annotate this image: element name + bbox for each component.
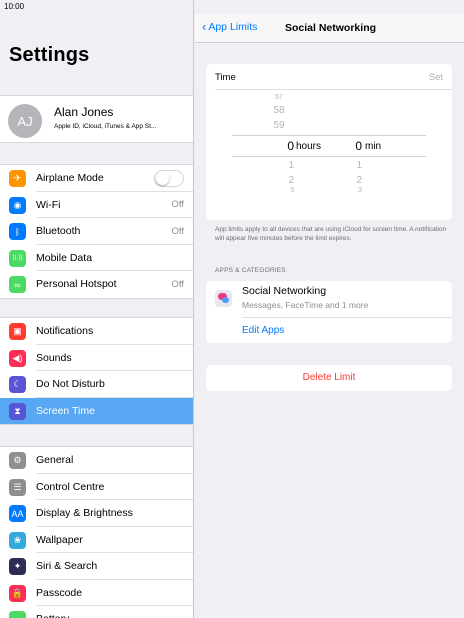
time-card: Time Set 57 58 59 0 hours 0 min 1 2 3 1 … — [206, 64, 452, 220]
antenna-icon: ((·)) — [9, 249, 26, 267]
sidebar-item-label: Personal Hotspot — [36, 278, 117, 291]
sidebar-item-label: Siri & Search — [36, 560, 98, 573]
sidebar-item-label: Sounds — [36, 351, 72, 364]
back-button[interactable]: ‹ App Limits — [202, 19, 258, 34]
minutes-option[interactable]: 3 — [334, 187, 362, 194]
time-picker[interactable]: 57 58 59 0 hours 0 min 1 2 3 1 2 3 — [206, 90, 452, 220]
settings-title: Settings — [9, 44, 90, 66]
wifi-icon: ◉ — [9, 196, 26, 214]
hours-unit: hours — [296, 141, 322, 152]
category-subtitle: Messages, FaceTime and 1 more — [242, 300, 369, 310]
sidebar-item-sounds[interactable]: ◀) Sounds — [0, 345, 193, 371]
hours-selected[interactable]: 0 — [266, 139, 294, 153]
minutes-selected[interactable]: 0 — [334, 139, 362, 153]
profile-subtitle: Apple ID, iCloud, iTunes & App St... — [54, 123, 157, 130]
sidebar-item-airplane-mode[interactable]: ✈ Airplane Mode — [0, 165, 193, 192]
sidebar-item-label: Battery — [36, 613, 69, 618]
status-time: 10:00 — [4, 2, 25, 11]
sidebar-item-personal-hotspot[interactable]: ∞ Personal Hotspot Off — [0, 271, 193, 298]
general-group: ⚙ General ☰ Control Centre AA Display & Brigh… — [0, 446, 193, 618]
hours-option[interactable]: 58 — [259, 105, 299, 116]
switches-icon: ☰ — [9, 478, 26, 496]
minutes-option[interactable]: 2 — [334, 175, 362, 186]
profile-name: Alan Jones — [54, 105, 114, 119]
sidebar-item-wi-fi[interactable]: ◉ Wi-Fi Off — [0, 192, 193, 218]
airplane-icon: ✈ — [9, 170, 26, 187]
sidebar-item-value: Off — [171, 225, 185, 237]
sidebar-item-value: Off — [171, 278, 185, 290]
notifications-icon: ▣ — [9, 323, 26, 340]
settings-sidebar: Settings AJ Alan Jones Apple ID, iCloud,… — [0, 0, 194, 618]
connectivity-group: ✈ Airplane Mode ◉ Wi-Fi Off ᛒ Bluetooth Off ((·)… — [0, 164, 193, 299]
apps-card: Social Networking Messages, FaceTime and… — [206, 281, 452, 343]
flower-icon: ❀ — [9, 531, 26, 549]
hours-option[interactable]: 1 — [266, 160, 294, 171]
category-name: Social Networking — [242, 285, 327, 297]
set-button[interactable]: Set — [429, 72, 443, 83]
detail-pane: ‹ App Limits Social Networking Time Set … — [195, 0, 464, 618]
sidebar-item-screen-time[interactable]: ⧗ Screen Time — [0, 397, 193, 424]
sidebar-item-label: Bluetooth — [36, 225, 81, 238]
siri-icon: ✦ — [9, 558, 26, 575]
nav-title: Social Networking — [285, 22, 377, 34]
sidebar-item-label: Airplane Mode — [36, 172, 104, 185]
hours-option[interactable]: 59 — [259, 120, 299, 131]
moon-icon: ☾ — [9, 376, 26, 393]
gear-icon: ⚙ — [9, 452, 26, 469]
sidebar-item-notifications[interactable]: ▣ Notifications — [0, 318, 193, 345]
sidebar-item-display-brightness[interactable]: AA Display & Brightness — [0, 500, 193, 527]
delete-limit-button[interactable]: Delete Limit — [206, 372, 452, 383]
nav-bar: ‹ App Limits Social Networking — [195, 14, 464, 43]
edit-apps-button[interactable]: Edit Apps — [242, 325, 284, 336]
sidebar-item-wallpaper[interactable]: ❀ Wallpaper — [0, 527, 193, 553]
sidebar-item-do-not-disturb[interactable]: ☾ Do Not Disturb — [0, 371, 193, 398]
limit-footnote: App limits apply to all devices that are… — [215, 226, 447, 242]
sidebar-item-label: Mobile Data — [36, 251, 93, 264]
hours-option[interactable]: 2 — [266, 175, 294, 186]
sidebar-item-passcode[interactable]: 🔒 Passcode — [0, 580, 193, 606]
minutes-option[interactable]: 1 — [334, 160, 362, 171]
sidebar-item-label: Display & Brightness — [36, 507, 133, 520]
avatar: AJ — [8, 104, 42, 138]
sidebar-item-label: Control Centre — [36, 480, 105, 493]
sidebar-item-label: Notifications — [36, 325, 94, 338]
section-header: APPS & CATEGORIES — [215, 267, 286, 274]
hours-option[interactable]: 3 — [266, 187, 294, 194]
notifications-group: ▣ Notifications ◀) Sounds ☾ Do Not Disturb ⧗ Sc… — [0, 317, 193, 425]
sidebar-item-control-centre[interactable]: ☰ Control Centre — [0, 474, 193, 500]
sidebar-item-battery[interactable]: ▬ Battery — [0, 606, 193, 618]
hotspot-icon: ∞ — [9, 276, 26, 293]
social-networking-icon — [215, 290, 232, 307]
sidebar-item-siri-search[interactable]: ✦ Siri & Search — [0, 553, 193, 580]
sidebar-item-label: Screen Time — [36, 404, 95, 417]
sidebar-item-label: Wi-Fi — [36, 198, 61, 211]
hourglass-icon: ⧗ — [9, 402, 26, 420]
sidebar-item-bluetooth[interactable]: ᛒ Bluetooth Off — [0, 218, 193, 245]
time-label: Time — [215, 72, 236, 83]
chevron-left-icon: ‹ — [202, 19, 207, 34]
back-label: App Limits — [208, 21, 258, 33]
airplane-mode-toggle[interactable] — [154, 170, 184, 187]
delete-limit-card[interactable]: Delete Limit — [206, 365, 452, 391]
sidebar-item-value: Off — [171, 199, 185, 211]
minutes-unit: min — [365, 141, 382, 152]
battery-icon: ▬ — [9, 611, 26, 618]
bluetooth-icon: ᛒ — [9, 223, 26, 240]
sidebar-item-general[interactable]: ⚙ General — [0, 447, 193, 474]
sidebar-item-label: Do Not Disturb — [36, 378, 105, 391]
sidebar-item-label: Passcode — [36, 586, 83, 599]
lock-icon: 🔒 — [9, 584, 26, 602]
sidebar-item-label: General — [36, 454, 74, 467]
sidebar-item-label: Wallpaper — [36, 533, 83, 546]
sidebar-item-mobile-data[interactable]: ((·)) Mobile Data — [0, 245, 193, 271]
text-size-icon: AA — [9, 505, 26, 522]
profile-row[interactable]: AJ Alan Jones Apple ID, iCloud, iTunes &… — [0, 95, 193, 143]
hours-option[interactable]: 57 — [259, 94, 299, 101]
speaker-icon: ◀) — [9, 349, 26, 367]
